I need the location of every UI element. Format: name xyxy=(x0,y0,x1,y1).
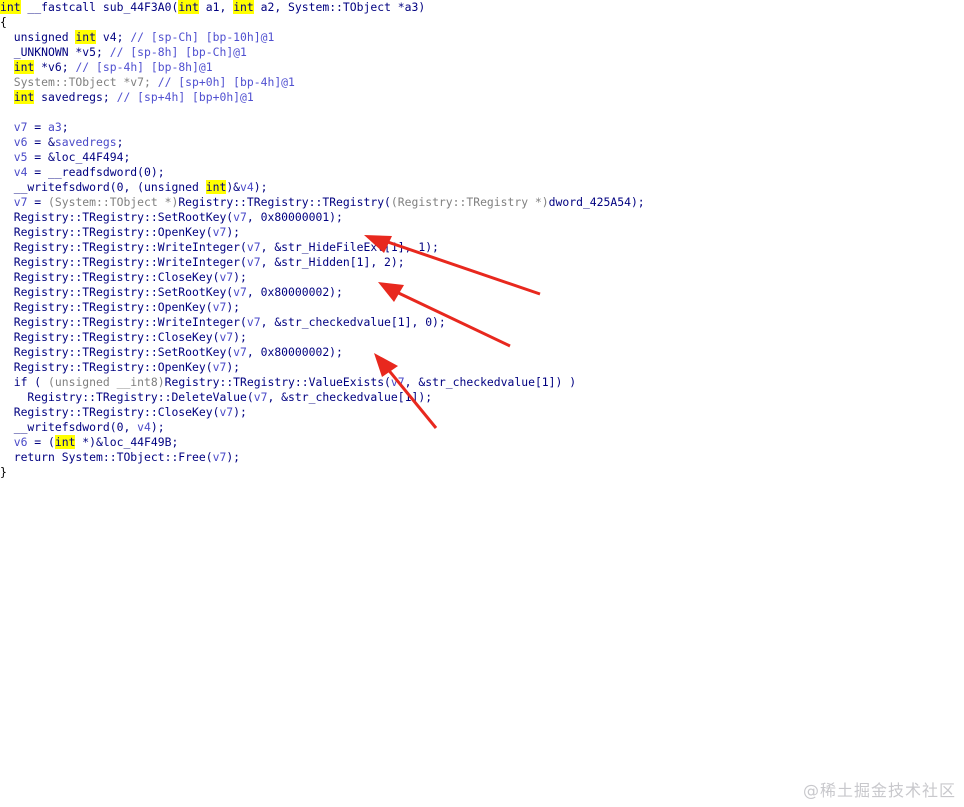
watermark: @稀土掘金技术社区 xyxy=(802,781,956,800)
arrow-3 xyxy=(374,353,438,429)
arrow-2 xyxy=(378,282,511,348)
annotation-arrows xyxy=(364,235,541,429)
